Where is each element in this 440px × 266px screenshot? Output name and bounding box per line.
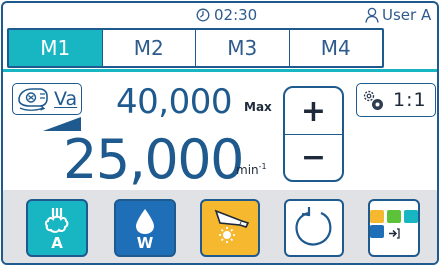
gear-ratio-label: 1:1: [393, 89, 427, 111]
handpiece-motor-icon: [18, 88, 48, 111]
max-speed-value: 40,000: [116, 82, 232, 122]
clock-icon: [196, 8, 210, 22]
tab-m2[interactable]: M2: [101, 30, 196, 66]
speed-unit: min-1: [236, 162, 267, 177]
speed-unit-exponent: -1: [258, 162, 267, 171]
status-bar: 02:30 User A: [3, 3, 437, 27]
water-button[interactable]: W: [114, 199, 176, 257]
tab-m3[interactable]: M3: [195, 30, 289, 66]
tab-m1[interactable]: M1: [9, 30, 102, 66]
clock: 02:30: [196, 6, 257, 24]
tab-underline: [3, 69, 437, 72]
motor-mode-label: Va: [54, 88, 78, 110]
settings-grid: [370, 210, 418, 239]
bottle-icon: [404, 210, 418, 223]
air-button[interactable]: A: [26, 199, 88, 257]
motor-mode-button[interactable]: Va: [12, 83, 82, 115]
timer-icon: [387, 210, 401, 223]
gear-ratio-icon: [363, 90, 383, 110]
bottom-toolbar: A W: [3, 190, 437, 263]
dimension-icon: [370, 210, 384, 223]
user-name: User A: [382, 6, 432, 24]
speed-plus-button[interactable]: +: [285, 88, 342, 134]
current-speed-value: 25,000: [63, 128, 244, 191]
handpiece-light-icon: [214, 209, 250, 243]
settings-button[interactable]: [368, 199, 420, 257]
light-button[interactable]: [200, 199, 260, 257]
rotation-icon: [295, 207, 332, 246]
air-label: A: [51, 234, 63, 252]
screen-frame: 02:30 User A M1 M2 M3 M4 Va 40,000 Max 2…: [1, 1, 439, 265]
speed-adjust: + −: [283, 86, 344, 182]
motor-tabs: M1 M2 M3 M4: [7, 28, 384, 68]
rotation-direction-button[interactable]: [284, 199, 344, 257]
transfer-icon: [370, 225, 384, 238]
tab-m4[interactable]: M4: [288, 30, 383, 66]
max-speed-label: Max: [244, 100, 272, 114]
water-label: W: [136, 234, 154, 252]
speed-minus-button[interactable]: −: [285, 134, 342, 180]
clock-time: 02:30: [214, 6, 258, 24]
gear-ratio-button[interactable]: 1:1: [356, 83, 436, 117]
user-icon: [365, 7, 379, 23]
speed-unit-base: min: [236, 163, 259, 177]
user-indicator[interactable]: User A: [365, 6, 431, 24]
login-icon: [387, 225, 401, 239]
